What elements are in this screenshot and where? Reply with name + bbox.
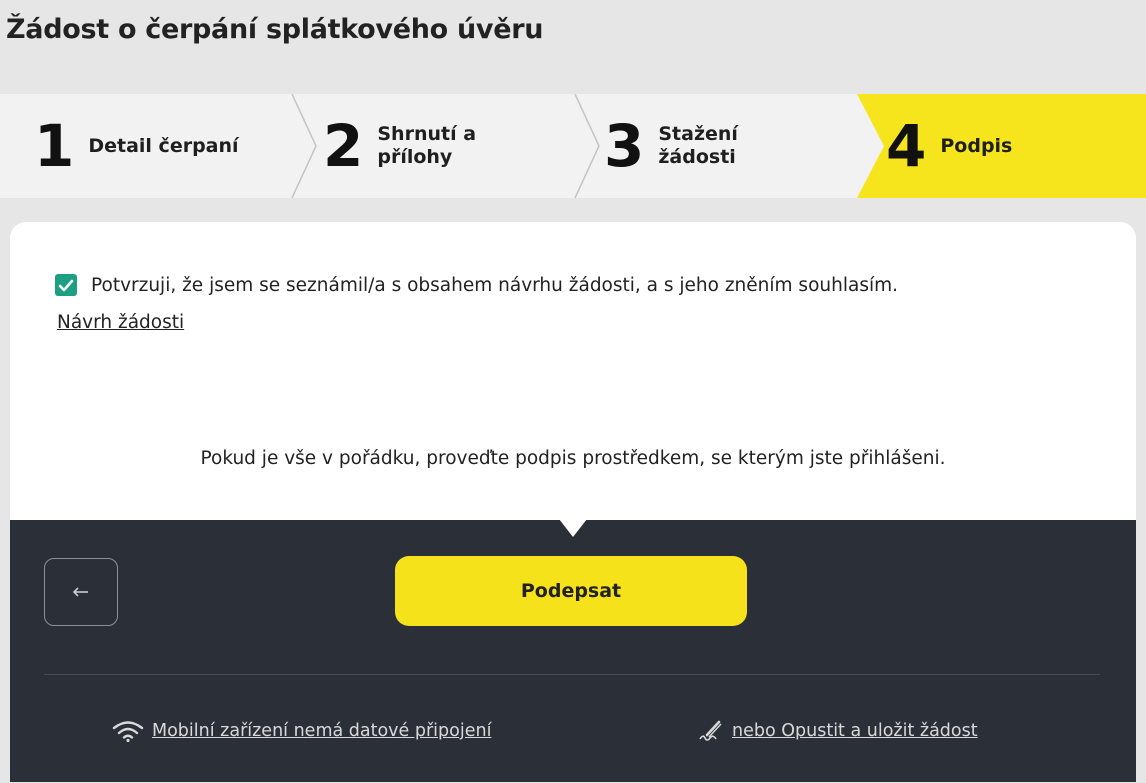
stepper: 1 Detail čerpaní 2 Shrnutí a přílohy 3 S… [0,94,1146,198]
page-title: Žádost o čerpání splátkového úvěru [6,14,544,45]
pen-sign-icon [698,720,724,742]
divider [44,674,1100,675]
step-detail[interactable]: 1 Detail čerpaní [34,94,239,198]
leave-and-save-link[interactable]: nebo Opustit a uložit žádost [698,720,978,742]
checkmark-icon [58,279,74,291]
panel-pointer [559,519,587,537]
arrow-left-icon [72,587,88,597]
document-draft-link[interactable]: Návrh žádosti [57,312,184,333]
step-download[interactable]: 3 Stažení žádosti [604,94,738,198]
sign-instructions: Pokud je vše v pořádku, proveďte podpis … [200,448,946,469]
step-number: 4 [886,112,927,180]
step-label: Stažení žádosti [658,123,738,168]
no-data-connection-label: Mobilní zařízení nemá datové připojení [152,721,492,741]
sign-button[interactable]: Podepsat [395,556,747,626]
step-number: 3 [604,112,645,180]
step-separator-icon [291,94,317,198]
action-panel: Podepsat Mobilní zařízení nemá datové př… [10,519,1136,782]
consent-checkbox[interactable] [55,274,77,296]
step-number: 2 [323,112,364,180]
step-summary[interactable]: 2 Shrnutí a přílohy [323,94,476,198]
step-number: 1 [34,112,75,180]
step-label: Shrnutí a přílohy [377,123,477,168]
consent-row: Potvrzuji, že jsem se seznámil/a s obsah… [55,274,898,296]
step-label: Podpis [940,134,1013,157]
wifi-icon [112,720,144,742]
signature-card: Potvrzuji, že jsem se seznámil/a s obsah… [10,222,1136,782]
step-separator-icon [574,94,600,198]
consent-text: Potvrzuji, že jsem se seznámil/a s obsah… [91,274,898,296]
step-label: Detail čerpaní [88,134,239,157]
leave-and-save-label: nebo Opustit a uložit žádost [732,721,978,741]
back-button[interactable] [44,558,118,626]
no-data-connection-link[interactable]: Mobilní zařízení nemá datové připojení [112,720,491,742]
step-sign[interactable]: 4 Podpis [886,94,1012,198]
